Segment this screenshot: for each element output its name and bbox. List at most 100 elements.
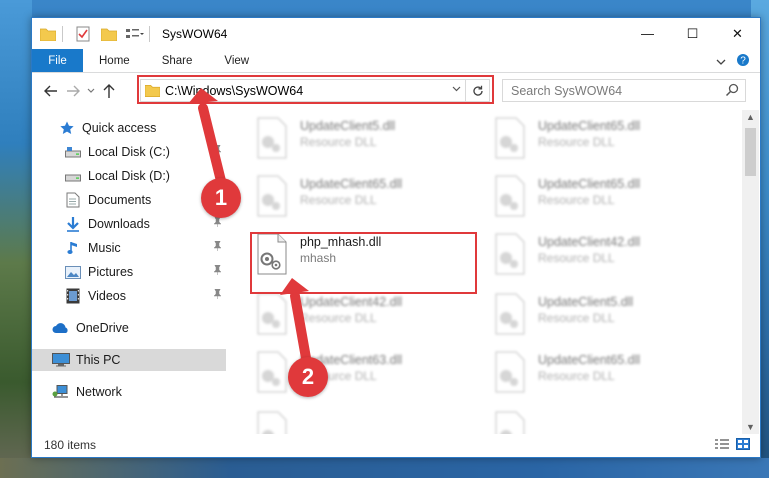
file-description: Resource DLL [300,311,377,325]
recent-locations-icon[interactable] [84,80,98,102]
pin-icon[interactable] [213,288,222,302]
file-name: php_mhash.dll [300,235,382,249]
sidebar-item-label: OneDrive [76,321,129,335]
download-icon [64,216,82,232]
status-bar: 180 items [32,433,760,457]
file-name: UpdateClient65.dll [538,353,641,367]
pin-icon[interactable] [213,240,222,254]
tab-view[interactable]: View [208,49,265,72]
sidebar-item-label: This PC [76,353,121,367]
minimize-button[interactable]: — [625,18,670,49]
new-folder-icon[interactable] [99,24,119,44]
sidebar-item-pictures[interactable]: Pictures [32,261,226,283]
scroll-down-icon[interactable]: ▼ [746,422,755,432]
pin-icon[interactable] [213,216,222,230]
details-view-icon[interactable] [714,438,730,453]
file-item[interactable]: UpdateClient42.dll Resource DLL [252,292,472,342]
videos-icon [64,288,82,304]
file-description: Resource DLL [538,311,615,325]
file-item[interactable]: UpdateClient42.dll Resource DLL [490,232,710,282]
sidebar-item-local-disk-c[interactable]: Local Disk (C:) [32,141,226,163]
computer-icon [52,352,70,368]
sidebar-item-documents[interactable]: Documents [32,189,226,211]
window-controls: — ☐ ✕ [625,18,760,49]
explorer-window: SysWOW64 — ☐ ✕ File Home Share View ? C:… [31,17,761,458]
file-item[interactable] [252,410,472,434]
svg-text:?: ? [740,56,746,67]
file-description: Resource DLL [538,193,615,207]
close-button[interactable]: ✕ [715,18,760,49]
search-input[interactable] [511,80,721,101]
sidebar-item-local-disk-d[interactable]: Local Disk (D:) [32,165,226,187]
window-title: SysWOW64 [162,26,228,41]
dll-file-icon [257,411,287,434]
file-item[interactable] [490,410,710,434]
forward-arrow-icon[interactable] [62,80,84,102]
music-icon [64,240,82,256]
large-icons-view-icon[interactable] [736,438,750,453]
chevron-down-icon[interactable] [452,84,461,95]
file-item[interactable]: UpdateClient63.dll Resource DLL [252,350,472,400]
tab-file[interactable]: File [32,49,83,72]
dll-file-icon [257,175,287,217]
toolbar-separator [62,25,63,42]
sidebar-item-network[interactable]: Network [32,381,226,403]
up-arrow-icon[interactable] [98,80,120,102]
dll-file-icon [495,175,525,217]
file-item[interactable]: UpdateClient65.dll Resource DLL [490,350,710,400]
file-item-php-mhash[interactable]: php_mhash.dllmhash [252,232,472,282]
scroll-up-icon[interactable]: ▲ [746,112,755,122]
file-item[interactable]: UpdateClient65.dll Resource DLL [490,174,710,224]
folder-icon[interactable] [38,24,58,44]
file-item[interactable]: UpdateClient5.dll Resource DLL [252,116,472,166]
scrollbar-thumb[interactable] [745,128,756,176]
pin-icon[interactable] [213,264,222,278]
file-description: mhash [300,251,337,265]
file-item[interactable]: UpdateClient65.dll Resource DLL [252,174,472,224]
sidebar-item-downloads[interactable]: Downloads [32,213,226,235]
sidebar-item-this-pc[interactable]: This PC [32,349,226,371]
address-bar[interactable]: C:\Windows\SysWOW64 [140,79,490,102]
sidebar-item-label: Network [76,385,122,399]
network-icon [52,384,70,400]
tab-home[interactable]: Home [83,49,146,72]
title-bar: SysWOW64 — ☐ ✕ [32,18,760,49]
file-name: UpdateClient42.dll [300,295,403,309]
customize-toolbar-icon[interactable] [125,24,145,44]
file-item[interactable]: UpdateClient65.dll Resource DLL [490,116,710,166]
sidebar-item-label: Local Disk (D:) [88,169,170,183]
ribbon-tabs: File Home Share View ? [32,49,760,73]
properties-icon[interactable] [73,24,93,44]
back-arrow-icon[interactable] [40,80,62,102]
dll-file-icon [257,117,287,159]
vertical-scrollbar[interactable]: ▲ ▼ [742,110,759,434]
sidebar-item-music[interactable]: Music [32,237,226,259]
sidebar-item-label: Quick access [82,121,157,135]
file-item[interactable]: UpdateClient5.dll Resource DLL [490,292,710,342]
tab-share[interactable]: Share [146,49,209,72]
navigation-bar: C:\Windows\SysWOW64 [32,74,760,108]
cloud-icon [52,320,70,336]
chevron-down-icon[interactable] [716,55,726,69]
file-name: UpdateClient42.dll [538,235,641,249]
file-description: Resource DLL [538,135,615,149]
dll-file-icon [495,233,525,275]
star-icon [58,120,76,136]
dll-file-icon [495,293,525,335]
maximize-button[interactable]: ☐ [670,18,715,49]
file-description: Resource DLL [300,193,377,207]
search-icon[interactable] [725,83,739,100]
address-path[interactable]: C:\Windows\SysWOW64 [165,84,303,98]
sidebar-item-onedrive[interactable]: OneDrive [32,317,226,339]
file-name: UpdateClient65.dll [538,177,641,191]
refresh-button[interactable] [465,80,489,101]
drive-icon [64,168,82,184]
sidebar-item-videos[interactable]: Videos [32,285,226,307]
file-description: Resource DLL [538,369,615,383]
search-box[interactable] [502,79,746,102]
desktop-background-bottom [0,458,769,478]
pin-icon[interactable] [213,144,222,158]
help-icon[interactable]: ? [736,53,750,70]
sidebar-item-quick-access[interactable]: Quick access [32,117,226,139]
sidebar-item-label: Videos [88,289,126,303]
